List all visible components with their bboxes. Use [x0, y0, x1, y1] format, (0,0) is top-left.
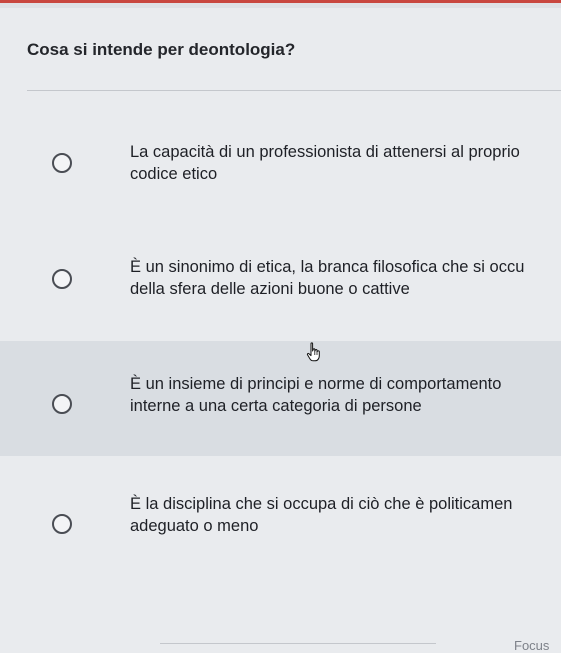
answer-text-line-1: È un insieme di principi e norme di comp…: [130, 375, 502, 393]
hand-pointer-icon: [306, 342, 320, 362]
answer-option-3[interactable]: È un insieme di principi e norme di comp…: [0, 341, 561, 456]
answer-text-line-2: codice etico: [130, 165, 218, 183]
answer-text-line-2: adeguato o meno: [130, 517, 259, 535]
answer-option-2[interactable]: È un sinonimo di etica, la branca filoso…: [0, 245, 561, 335]
answer-option-1[interactable]: La capacità di un professionista di atte…: [0, 130, 561, 220]
answer-option-4[interactable]: È la disciplina che si occupa di ciò che…: [0, 470, 561, 570]
radio-button[interactable]: [52, 269, 72, 289]
focus-button[interactable]: Focus: [514, 638, 549, 653]
answer-text-line-1: È un sinonimo di etica, la branca filoso…: [130, 258, 525, 276]
radio-button[interactable]: [52, 514, 72, 534]
radio-button[interactable]: [52, 394, 72, 414]
radio-button[interactable]: [52, 153, 72, 173]
divider: [27, 90, 561, 91]
answer-text-line-2: della sfera delle azioni buone o cattive: [130, 280, 410, 298]
answer-text-line-2: interne a una certa categoria di persone: [130, 397, 422, 415]
answer-option-text: La capacità di un professionista di atte…: [130, 141, 561, 185]
top-accent-strip: [0, 0, 561, 8]
answer-option-text: È un insieme di principi e norme di comp…: [130, 373, 561, 417]
question-title: Cosa si intende per deontologia?: [27, 40, 296, 59]
bottom-divider: [160, 643, 436, 644]
answer-text-line-1: È la disciplina che si occupa di ciò che…: [130, 495, 513, 513]
answer-text-line-1: La capacità di un professionista di atte…: [130, 143, 520, 161]
answer-option-text: È la disciplina che si occupa di ciò che…: [130, 493, 561, 537]
answer-option-text: È un sinonimo di etica, la branca filoso…: [130, 256, 561, 300]
